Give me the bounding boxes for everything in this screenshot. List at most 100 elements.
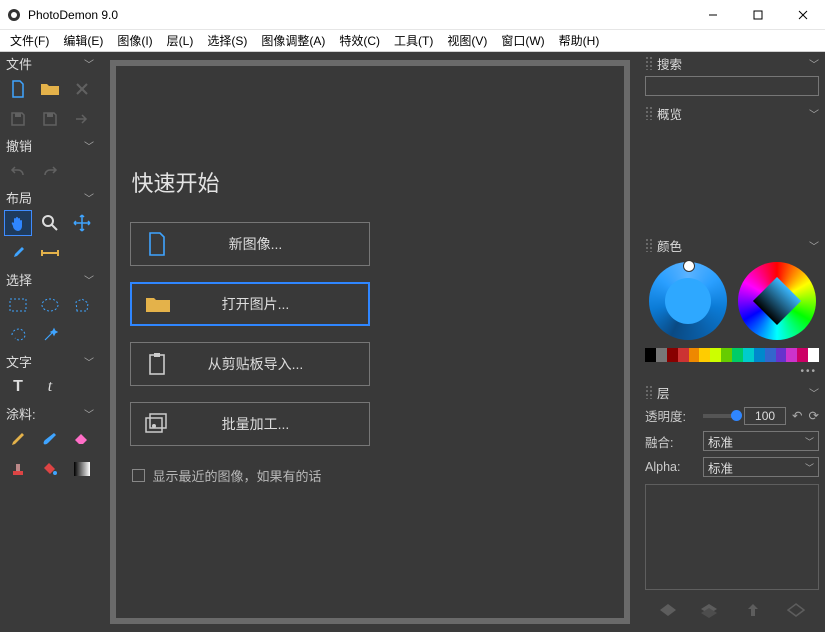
quickstart-clipboard-button[interactable]: 从剪贴板导入... — [130, 342, 370, 386]
chevron-down-icon: ﹀ — [84, 406, 94, 421]
right-section-color-header[interactable]: 颜色 ﹀ — [639, 234, 825, 256]
menu-view[interactable]: 视图(V) — [441, 30, 493, 51]
window-titlebar: PhotoDemon 9.0 — [0, 0, 825, 30]
right-section-overview-label: 概览 — [657, 104, 809, 123]
window-minimize-button[interactable] — [690, 0, 735, 30]
quickstart-new-image-label: 新图像... — [183, 234, 369, 254]
basic-text-tool[interactable]: T — [4, 374, 32, 400]
layer-add-button[interactable] — [655, 600, 681, 620]
app-icon — [6, 7, 22, 23]
eraser-tool[interactable] — [68, 426, 96, 452]
chevron-down-icon: ﹀ — [84, 272, 94, 287]
opacity-value-input[interactable]: 100 — [744, 407, 786, 425]
menu-layer[interactable]: 层(L) — [161, 30, 200, 51]
ellipse-select-tool[interactable] — [36, 292, 64, 318]
window-maximize-button[interactable] — [735, 0, 780, 30]
menu-image[interactable]: 图像(I) — [111, 30, 158, 51]
left-section-paint-header[interactable]: 涂料: ﹀ — [0, 402, 100, 424]
measure-tool[interactable] — [36, 240, 64, 266]
layer-delete-button[interactable] — [783, 600, 809, 620]
opacity-slider[interactable] — [703, 414, 738, 418]
batch-icon — [131, 413, 183, 435]
layer-list[interactable] — [645, 484, 819, 590]
polygon-select-tool[interactable] — [68, 292, 96, 318]
menu-window[interactable]: 窗口(W) — [495, 30, 550, 51]
quickstart-batch-label: 批量加工... — [183, 414, 369, 434]
menu-edit[interactable]: 编辑(E) — [57, 30, 109, 51]
left-section-undo-header[interactable]: 撤销 ﹀ — [0, 134, 100, 156]
hand-tool[interactable] — [4, 210, 32, 236]
open-image-icon — [132, 294, 184, 314]
chevron-down-icon: ﹀ — [805, 435, 814, 448]
left-section-undo-label: 撤销 — [6, 136, 32, 155]
quickstart-show-recent-label: 显示最近的图像，如果有的话 — [153, 466, 322, 485]
blend-mode-value: 标准 — [708, 432, 733, 451]
chevron-down-icon: ﹀ — [84, 56, 94, 71]
chevron-down-icon: ﹀ — [809, 385, 819, 400]
quickstart-clipboard-label: 从剪贴板导入... — [183, 354, 369, 374]
close-file-button — [68, 76, 96, 102]
pencil-tool[interactable] — [4, 426, 32, 452]
checkbox-box-icon — [132, 469, 145, 482]
color-swatches[interactable] — [645, 348, 819, 362]
search-input[interactable] — [645, 76, 819, 96]
menubar: 文件(F) 编辑(E) 图像(I) 层(L) 选择(S) 图像调整(A) 特效(… — [0, 30, 825, 52]
menu-effects[interactable]: 特效(C) — [333, 30, 386, 51]
right-section-search-label: 搜索 — [657, 54, 809, 73]
quickstart-show-recent-checkbox[interactable]: 显示最近的图像，如果有的话 — [132, 466, 322, 485]
chevron-down-icon: ﹀ — [805, 461, 814, 474]
undo-button — [4, 158, 32, 184]
new-image-icon — [131, 232, 183, 256]
menu-tools[interactable]: 工具(T) — [388, 30, 439, 51]
right-section-overview-header[interactable]: 概览 ﹀ — [639, 102, 825, 124]
fill-tool[interactable] — [36, 456, 64, 482]
alpha-mode-value: 标准 — [708, 458, 733, 477]
right-section-layers-header[interactable]: 层 ﹀ — [639, 381, 825, 403]
quickstart-title: 快速开始 — [132, 166, 220, 198]
layer-up-button[interactable] — [740, 600, 766, 620]
left-section-layout-header[interactable]: 布局 ﹀ — [0, 186, 100, 208]
rect-select-tool[interactable] — [4, 292, 32, 318]
left-section-paint-label: 涂料: — [6, 404, 36, 423]
hue-ring-picker[interactable] — [649, 262, 727, 340]
clipboard-icon — [131, 352, 183, 376]
save-as-button — [36, 106, 64, 132]
wand-select-tool[interactable] — [36, 322, 64, 348]
menu-adjust[interactable]: 图像调整(A) — [255, 30, 331, 51]
move-tool[interactable] — [68, 210, 96, 236]
alpha-mode-combo[interactable]: 标准 ﹀ — [703, 457, 819, 477]
window-close-button[interactable] — [780, 0, 825, 30]
eyedropper-tool[interactable] — [4, 240, 32, 266]
chevron-down-icon: ﹀ — [84, 354, 94, 369]
left-section-text-header[interactable]: 文字 ﹀ — [0, 350, 100, 372]
color-wheel-picker[interactable] — [738, 262, 816, 340]
menu-file[interactable]: 文件(F) — [4, 30, 55, 51]
opacity-sync-icon[interactable]: ⟳ — [809, 408, 819, 423]
advanced-text-tool[interactable]: t — [36, 374, 64, 400]
chevron-down-icon: ﹀ — [809, 56, 819, 71]
quickstart-open-image-button[interactable]: 打开图片... — [130, 282, 370, 326]
quickstart-new-image-button[interactable]: 新图像... — [130, 222, 370, 266]
layer-duplicate-button[interactable] — [698, 600, 724, 620]
quickstart-open-image-label: 打开图片... — [184, 294, 368, 314]
color-more-button[interactable]: ••• — [639, 366, 825, 381]
blend-mode-combo[interactable]: 标准 ﹀ — [703, 431, 819, 451]
menu-help[interactable]: 帮助(H) — [553, 30, 606, 51]
gradient-tool[interactable] — [68, 456, 96, 482]
left-section-file-label: 文件 — [6, 54, 32, 73]
clone-stamp-tool[interactable] — [4, 456, 32, 482]
lasso-select-tool[interactable] — [4, 322, 32, 348]
open-file-button[interactable] — [36, 76, 64, 102]
left-tool-panel: 文件 ﹀ 撤销 ﹀ 布局 ﹀ — [0, 52, 100, 632]
brush-tool[interactable] — [36, 426, 64, 452]
left-section-select-header[interactable]: 选择 ﹀ — [0, 268, 100, 290]
left-section-file-header[interactable]: 文件 ﹀ — [0, 52, 100, 74]
overview-preview — [639, 124, 825, 234]
quickstart-batch-button[interactable]: 批量加工... — [130, 402, 370, 446]
right-section-search-header[interactable]: 搜索 ﹀ — [639, 52, 825, 74]
zoom-tool[interactable] — [36, 210, 64, 236]
menu-select[interactable]: 选择(S) — [201, 30, 253, 51]
opacity-reset-icon[interactable]: ↶ — [792, 408, 802, 423]
new-file-button[interactable] — [4, 76, 32, 102]
right-section-color-label: 颜色 — [657, 236, 809, 255]
